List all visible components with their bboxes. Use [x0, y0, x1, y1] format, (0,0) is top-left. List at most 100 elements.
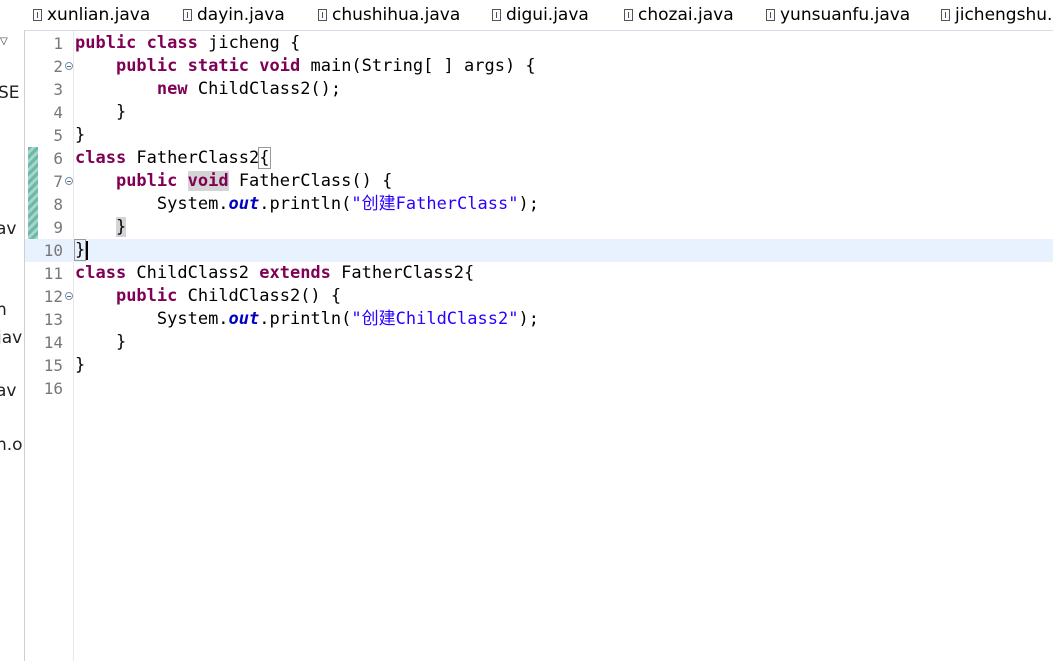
java-file-icon [33, 9, 42, 21]
keyword: public [115, 171, 178, 191]
code-text: System. [156, 194, 229, 214]
code-line[interactable]: 8 System.out.println("创建FatherClass"); [25, 193, 1053, 216]
tab-yunsuanfu[interactable]: yunsuanfu.java [766, 4, 910, 26]
tab-label: chushihua.java [332, 5, 461, 25]
tree-item[interactable]: av [0, 219, 16, 239]
line-number: 6 [53, 149, 63, 168]
code-text: ); [518, 309, 539, 329]
code-text: } [115, 102, 127, 122]
tree-item[interactable]: n [0, 300, 7, 320]
static-field: out [228, 309, 260, 329]
text-cursor [86, 240, 89, 260]
line-number: 3 [53, 80, 63, 99]
keyword: void [259, 56, 301, 76]
tab-label: chozai.java [638, 5, 734, 25]
line-number: 8 [53, 195, 63, 214]
code-line[interactable]: 12 public ChildClass2() { [25, 285, 1053, 308]
code-text: ChildClass2() { [177, 286, 342, 306]
line-number: 5 [53, 126, 63, 145]
code-text: } [115, 332, 127, 352]
code-text: .println( [259, 309, 352, 329]
code-line[interactable]: 2 public static void main(String[ ] args… [25, 55, 1053, 78]
code-line[interactable]: 11 class ChildClass2 extends FatherClass… [25, 262, 1053, 285]
code-line[interactable]: 1 public class jicheng { [25, 32, 1053, 55]
code-line[interactable]: 7 public void FatherClass() { [25, 170, 1053, 193]
java-file-icon [183, 9, 192, 21]
tab-label: digui.java [506, 5, 589, 25]
code-text: } [115, 217, 127, 237]
tree-item[interactable]: jav [0, 328, 22, 348]
keyword: class [75, 148, 127, 168]
line-number: 2 [53, 57, 63, 76]
java-file-icon [941, 9, 950, 21]
code-text: ChildClass2 [126, 263, 260, 283]
tab-jichengshu[interactable]: jichengshu... [941, 4, 1053, 26]
code-line-current[interactable]: 10 } [25, 239, 1053, 262]
tab-chozai[interactable]: chozai.java [624, 4, 734, 26]
fold-collapse-icon[interactable] [65, 177, 73, 185]
line-number: 9 [53, 218, 63, 237]
fold-collapse-icon[interactable] [65, 62, 73, 70]
string-literal: "创建ChildClass2" [351, 309, 519, 329]
tab-label: dayin.java [197, 5, 285, 25]
keyword: public [75, 33, 137, 53]
code-text: FatherClass() { [228, 171, 393, 191]
keyword-highlighted: void [187, 171, 229, 191]
tab-chushihua[interactable]: chushihua.java [318, 4, 460, 26]
line-number: 13 [43, 310, 63, 329]
keyword: class [75, 263, 127, 283]
keyword: public [115, 56, 178, 76]
keyword: public [115, 286, 178, 306]
line-number: 10 [43, 241, 63, 260]
code-text: System. [156, 309, 229, 329]
line-number: 11 [43, 264, 63, 283]
static-field: out [228, 194, 260, 214]
line-number: 16 [43, 379, 63, 398]
code-text: FatherClass2 [126, 148, 260, 168]
tree-item[interactable]: av [0, 381, 16, 401]
tab-label: jichengshu... [955, 5, 1053, 25]
tab-label: xunlian.java [47, 5, 151, 25]
code-text: main(String[ ] args) { [300, 56, 536, 76]
code-text: } [75, 355, 86, 375]
tab-digui[interactable]: digui.java [492, 4, 589, 26]
editor-tab-bar: xunlian.java dayin.java chushihua.java d… [0, 0, 1053, 31]
code-editor[interactable]: 1 public class jicheng { 2 public static… [25, 31, 1053, 661]
code-line[interactable]: 9 } [25, 216, 1053, 239]
code-text: .println( [259, 194, 352, 214]
keyword: class [146, 33, 198, 53]
code-line[interactable]: 4 } [25, 101, 1053, 124]
tree-item[interactable]: n.o [0, 435, 23, 455]
code-text: ); [518, 194, 539, 214]
code-line[interactable]: 5 } [25, 124, 1053, 147]
chevron-down-icon[interactable]: ▽ [0, 36, 8, 47]
java-file-icon [492, 9, 501, 21]
code-line[interactable]: 6 class FatherClass2{ [25, 147, 1053, 170]
package-explorer-panel: ▽ SE av n jav av n.o [0, 30, 25, 661]
code-line[interactable]: 16 [25, 377, 1053, 400]
code-text: jicheng { [197, 33, 301, 53]
matching-bracket: { [258, 147, 271, 169]
keyword: static [187, 56, 250, 76]
fold-collapse-icon[interactable] [65, 292, 73, 300]
keyword: extends [259, 263, 331, 283]
code-line[interactable]: 3 new ChildClass2(); [25, 78, 1053, 101]
tree-item[interactable]: SE [0, 83, 20, 103]
java-file-icon [318, 9, 327, 21]
line-number: 15 [43, 356, 63, 375]
line-number: 14 [43, 333, 63, 352]
code-text: ChildClass2(); [187, 79, 342, 99]
tab-label: yunsuanfu.java [780, 5, 911, 25]
code-line[interactable]: 14 } [25, 331, 1053, 354]
line-number: 4 [53, 103, 63, 122]
tab-xunlian[interactable]: xunlian.java [33, 4, 150, 26]
keyword: new [156, 79, 188, 99]
java-file-icon [624, 9, 633, 21]
line-number: 12 [43, 287, 63, 306]
tab-dayin[interactable]: dayin.java [183, 4, 285, 26]
line-number: 7 [53, 172, 63, 191]
code-text: } [75, 125, 86, 145]
string-literal: "创建FatherClass" [351, 194, 519, 214]
code-line[interactable]: 15 } [25, 354, 1053, 377]
code-line[interactable]: 13 System.out.println("创建ChildClass2"); [25, 308, 1053, 331]
